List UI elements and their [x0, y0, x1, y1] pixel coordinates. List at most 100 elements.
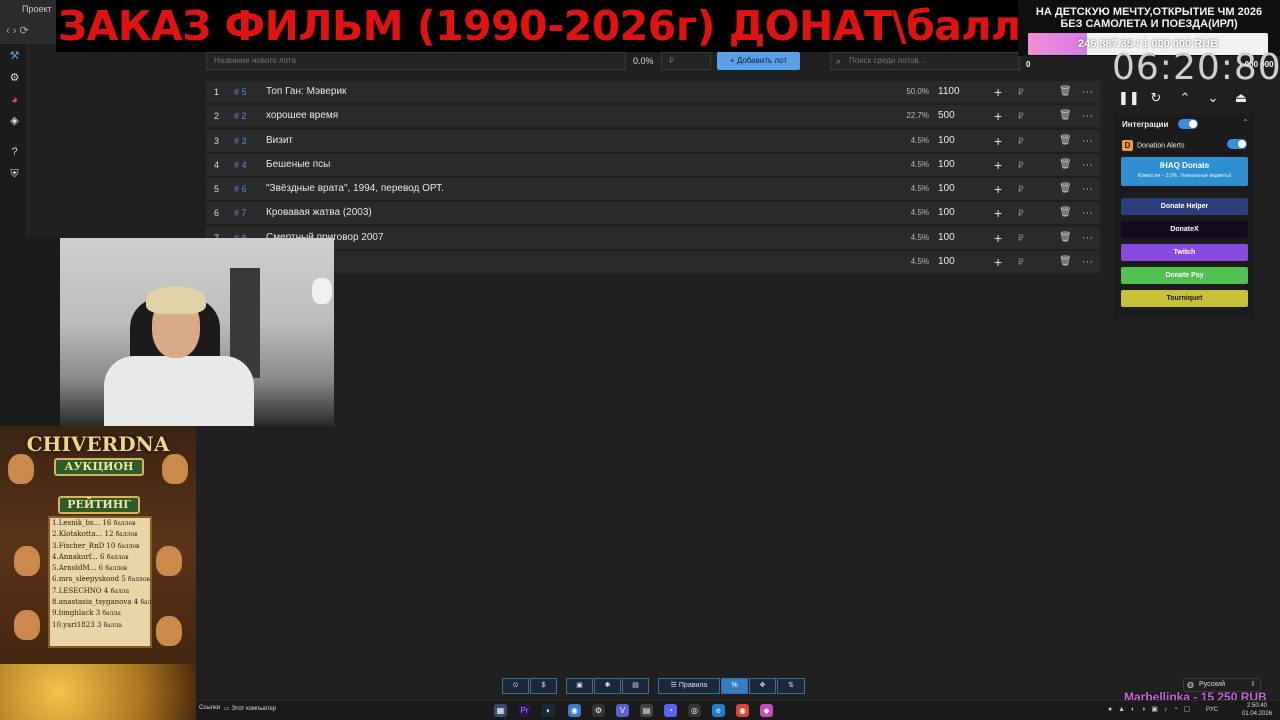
lot-amount[interactable]: 100 [938, 227, 955, 249]
more-icon[interactable]: ··· [1082, 227, 1093, 249]
dollar-icon[interactable]: $ [530, 678, 557, 694]
lot-name[interactable]: хорошее время [266, 105, 338, 127]
add-amount-icon[interactable]: + [994, 202, 1002, 224]
lot-row[interactable]: 2 # 2 хорошее время 22.7% 500 + ₽ 🗑 ··· [206, 105, 1100, 128]
delete-icon[interactable]: 🗑 [1059, 251, 1072, 273]
lot-amount[interactable]: 100 [938, 154, 955, 176]
app-icon[interactable]: ◆ [760, 704, 773, 717]
obs-icon[interactable]: ◎ [688, 704, 701, 717]
more-icon[interactable]: ··· [1082, 154, 1093, 176]
help-icon[interactable]: ? [8, 146, 21, 159]
ruble-icon[interactable]: ₽ [1018, 178, 1024, 200]
add-amount-icon[interactable]: + [994, 105, 1002, 127]
lot-amount[interactable]: 1100 [938, 81, 960, 103]
ihaq-donate-button[interactable]: IHAQ Donate Комиссия – 3,5%. Уникальные … [1121, 157, 1248, 186]
add-amount-icon[interactable]: + [994, 81, 1002, 103]
lot-row[interactable]: 4 # 4 Бешеные псы 4.5% 100 + ₽ 🗑 ··· [206, 153, 1100, 176]
delete-icon[interactable]: 🗑 [1059, 154, 1072, 176]
chevron-up-icon[interactable]: ⌃ [1242, 118, 1249, 127]
donation-alerts-toggle[interactable] [1227, 139, 1247, 149]
delete-icon[interactable]: 🗑 [1059, 202, 1072, 224]
delete-icon[interactable]: 🗑 [1059, 178, 1072, 200]
service-button[interactable]: Twitch [1121, 244, 1248, 261]
chevron-down-icon[interactable]: ⌄ [1203, 88, 1223, 108]
browser-icon[interactable]: ◉ [568, 704, 581, 717]
bug-icon[interactable]: ✱ [594, 678, 621, 694]
taskbar-clock[interactable]: 2:50:40 01.04.2026 [1242, 702, 1272, 718]
add-amount-icon[interactable]: + [994, 130, 1002, 152]
lot-row[interactable]: 7# 8Смертный приговор 20074.5%100+₽🗑··· [206, 226, 1100, 249]
more-icon[interactable]: ··· [1082, 251, 1093, 273]
app-icon[interactable]: ▤ [640, 704, 653, 717]
more-icon[interactable]: ··· [1082, 81, 1093, 103]
settings-icon[interactable]: ⚙ [8, 72, 21, 85]
auction-hammer-icon[interactable]: ⚒ [8, 50, 21, 63]
ruble-icon[interactable]: ₽ [1018, 130, 1024, 152]
add-amount-icon[interactable]: + [994, 251, 1002, 273]
add-lot-button[interactable]: + Добавить лот [717, 52, 800, 70]
wheel-icon[interactable]: ◕ [8, 94, 21, 107]
trash-icon[interactable]: ▤ [622, 678, 649, 694]
ruble-icon[interactable]: ₽ [1018, 105, 1024, 127]
more-icon[interactable]: ··· [1082, 202, 1093, 224]
lot-name[interactable]: "Звёздные врата", 1994, перевод ОРТ. [266, 178, 444, 200]
lot-name-input[interactable]: Название нового лота [206, 52, 626, 70]
lot-row[interactable]: 8# 9нок".4.5%100+₽🗑··· [206, 250, 1100, 273]
chrome-icon[interactable]: ◉ [736, 704, 749, 717]
lot-row[interactable]: 6 # 7 Кровавая жатва (2003) 4.5% 100 + ₽ 🗑 ··· [206, 202, 1100, 225]
lot-row[interactable]: 3 # 3 Визит 4.5% 100 + ₽ 🗑 ··· [206, 129, 1100, 152]
lot-name[interactable]: Визит [266, 130, 293, 152]
lot-name[interactable]: Топ Ган: Мэверик [266, 81, 346, 103]
taskbar-language[interactable]: РУС [1206, 707, 1218, 713]
browser-nav-icons[interactable]: ‹ › ⟳ [6, 24, 29, 37]
delete-icon[interactable]: 🗑 [1059, 105, 1072, 127]
lot-amount[interactable]: 100 [938, 130, 955, 152]
lot-row[interactable]: 1 # 5 Топ Ган: Мэверик 50.0% 1100 + ₽ 🗑 ··· [206, 81, 1100, 103]
move-icon[interactable]: ✥ [749, 678, 776, 694]
lot-row[interactable]: 5 # 6 "Звёздные врата", 1994, перевод ОРТ.… [206, 178, 1100, 200]
more-icon[interactable]: ··· [1082, 178, 1093, 200]
service-button[interactable]: DonateX [1121, 221, 1248, 238]
ruble-icon[interactable]: ₽ [1018, 81, 1024, 103]
delete-icon[interactable]: 🗑 [1059, 81, 1072, 103]
github-icon[interactable]: ⊙ [502, 678, 529, 694]
taskbar-links[interactable]: Ссылки [199, 705, 220, 711]
delete-icon[interactable]: 🗑 [1059, 227, 1072, 249]
steam-icon[interactable]: ◐ [542, 704, 555, 717]
premiere-icon[interactable]: Pr [518, 704, 531, 717]
rules-button[interactable]: ☰ Правила [658, 678, 720, 694]
system-tray-icons[interactable]: ● ▲ ◐ ◑ ▣ ♪ ◔ ▢ [1108, 705, 1192, 713]
collapse-icon[interactable]: ⏏ [1231, 88, 1251, 108]
more-icon[interactable]: ··· [1082, 130, 1093, 152]
ruble-icon[interactable]: ₽ [1018, 202, 1024, 224]
service-button[interactable]: Donate Helper [1121, 198, 1248, 215]
discord-icon[interactable]: ◔ [664, 704, 677, 717]
taskbar-this-pc[interactable]: ▭ Этот компьютер [224, 705, 276, 712]
chevron-up-icon[interactable]: ⌃ [1175, 88, 1195, 108]
lot-search-input[interactable]: ⌕ Поиск среди лотов... [830, 52, 1020, 70]
layers-icon[interactable]: ◈ [8, 115, 21, 128]
lot-amount[interactable]: 500 [938, 105, 955, 127]
lot-amount-input[interactable]: ₽ [661, 52, 711, 70]
add-amount-icon[interactable]: + [994, 178, 1002, 200]
settings-icon[interactable]: ⚙ [592, 704, 605, 717]
percent-button[interactable]: % [721, 678, 748, 694]
add-amount-icon[interactable]: + [994, 154, 1002, 176]
ruble-icon[interactable]: ₽ [1018, 251, 1024, 273]
lot-amount[interactable]: 100 [938, 251, 955, 273]
browser-tab[interactable]: Проект [22, 4, 52, 14]
vpn-icon[interactable]: V [616, 704, 629, 717]
pause-icon[interactable]: ❚❚ [1118, 88, 1140, 108]
reset-icon[interactable]: ↻ [1146, 88, 1166, 108]
sort-icon[interactable]: ⇅ [777, 678, 805, 694]
lot-name[interactable]: Кровавая жатва (2003) [266, 202, 372, 224]
service-button[interactable]: Donate Pay [1121, 267, 1248, 284]
add-amount-icon[interactable]: + [994, 227, 1002, 249]
lot-amount[interactable]: 100 [938, 202, 955, 224]
lot-amount[interactable]: 100 [938, 178, 955, 200]
file-explorer-icon[interactable]: ▦ [494, 704, 507, 717]
edge-icon[interactable]: e [712, 704, 725, 717]
lot-name[interactable]: Бешеные псы [266, 154, 330, 176]
integrations-toggle[interactable] [1178, 119, 1198, 129]
save-icon[interactable]: ▣ [566, 678, 593, 694]
